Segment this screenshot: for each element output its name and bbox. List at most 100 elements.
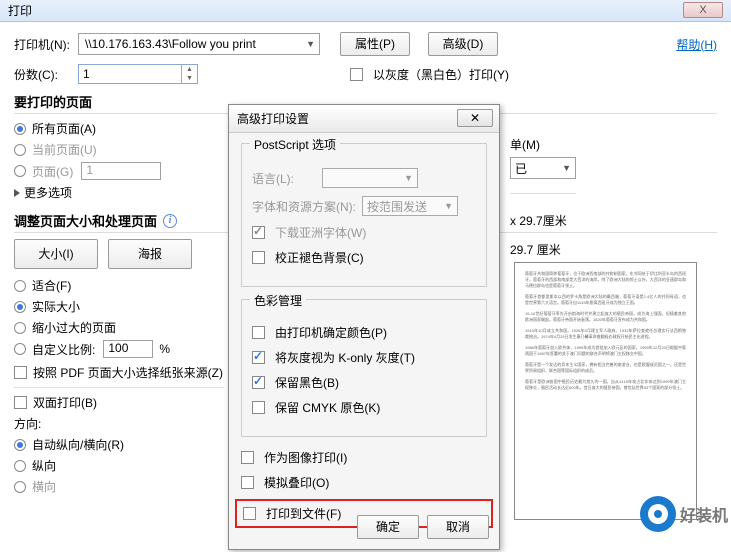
main-title: 打印 — [4, 2, 32, 19]
divider — [510, 193, 576, 194]
radio-icon — [14, 123, 26, 135]
simulate-row[interactable]: 模拟叠印(O) — [241, 474, 487, 491]
col-cmyk-row[interactable]: 保留 CMYK 原色(K) — [252, 399, 476, 416]
pages-section: 所有页面(A) 当前页面(U) 页面(G) 1 更多选项 — [14, 120, 224, 201]
adv-title: 高级打印设置 — [237, 110, 309, 127]
policy-label: 字体和资源方案(N): — [252, 198, 356, 215]
page-range-input[interactable]: 1 — [81, 162, 161, 180]
opt-current-page[interactable]: 当前页面(U) — [14, 141, 224, 158]
col-printer-row[interactable]: 由打印机确定颜色(P) — [252, 324, 476, 341]
unit-label: 单(M) — [510, 136, 576, 153]
properties-button[interactable]: 属性(P) — [340, 32, 410, 56]
printer-row: 打印机(N): \\10.176.163.43\Follow you print… — [14, 32, 717, 56]
radio-icon — [14, 280, 26, 292]
custom-scale-input[interactable]: 100 — [103, 340, 153, 358]
size1-text: x 29.7厘米 — [510, 212, 576, 229]
adv-ok-button[interactable]: 确定 — [357, 515, 419, 539]
scale-header: 调整页面大小和处理页面 — [14, 211, 157, 230]
orientation-label: 方向: — [14, 415, 224, 432]
radio-icon — [14, 144, 26, 156]
adv-body: PostScript 选项 语言(L): ▼ 字体和资源方案(N): 按范围发送… — [229, 133, 499, 538]
checkbox-icon — [252, 226, 265, 239]
copies-spinner[interactable]: 1 ▲▼ — [78, 64, 198, 84]
policy-row: 字体和资源方案(N): 按范围发送 ▼ — [252, 196, 476, 216]
radio-icon — [14, 439, 26, 451]
col-black-row[interactable]: 保留黑色(B) — [252, 374, 476, 391]
opt-custom[interactable]: 自定义比例: 100 % — [14, 340, 224, 358]
spinner-arrows-icon[interactable]: ▲▼ — [181, 65, 197, 83]
opt-shrink[interactable]: 缩小过大的页面 — [14, 319, 224, 336]
pct-label: % — [159, 342, 170, 356]
tri-right-icon — [14, 189, 20, 197]
col-kgray-row[interactable]: 将灰度视为 K-only 灰度(T) — [252, 349, 476, 366]
scale-options: 适合(F) 实际大小 缩小过大的页面 自定义比例: 100 % 按照 PDF 页… — [14, 277, 224, 495]
color-fieldset: 色彩管理 由打印机确定颜色(P) 将灰度视为 K-only 灰度(T) 保留黑色… — [241, 299, 487, 437]
policy-combo[interactable]: 按范围发送 ▼ — [362, 196, 458, 216]
checkbox-icon — [14, 366, 27, 379]
checkbox-icon — [241, 451, 254, 464]
size2-text: 29.7 厘米 — [510, 241, 576, 258]
postscript-fieldset: PostScript 选项 语言(L): ▼ 字体和资源方案(N): 按范围发送… — [241, 143, 487, 287]
adv-titlebar: 高级打印设置 ✕ — [229, 105, 499, 133]
size-button[interactable]: 大小(I) — [14, 239, 98, 269]
radio-icon — [14, 460, 26, 472]
opt-orient-auto[interactable]: 自动纵向/横向(R) — [14, 436, 224, 453]
copies-label: 份数(C): — [14, 66, 72, 83]
main-titlebar: 打印 X — [0, 0, 731, 22]
poster-button[interactable]: 海报 — [108, 239, 192, 269]
adv-cancel-button[interactable]: 取消 — [427, 515, 489, 539]
checkbox-icon — [252, 251, 265, 264]
grayscale-label: 以灰度（黑白色）打印(Y) — [373, 66, 509, 83]
discolored-row[interactable]: 校正褪色背景(C) — [252, 249, 476, 266]
unit-combo[interactable]: 已 ▼ — [510, 157, 576, 179]
checkbox-icon — [241, 476, 254, 489]
checkbox-icon — [252, 351, 265, 364]
more-options-toggle[interactable]: 更多选项 — [14, 184, 224, 201]
chevron-down-icon: ▼ — [562, 163, 571, 173]
copies-row: 份数(C): 1 ▲▼ 以灰度（黑白色）打印(Y) — [14, 64, 717, 84]
advanced-button[interactable]: 高级(D) — [428, 32, 498, 56]
chevron-down-icon: ▼ — [302, 39, 315, 49]
dl-asian-row[interactable]: 下载亚洲字体(W) — [252, 224, 476, 241]
opt-by-source[interactable]: 按照 PDF 页面大小选择纸张来源(Z) — [14, 364, 224, 381]
radio-icon — [14, 165, 26, 177]
opt-page-range[interactable]: 页面(G) 1 — [14, 162, 224, 180]
opt-actual[interactable]: 实际大小 — [14, 298, 224, 315]
lang-row: 语言(L): ▼ — [252, 168, 476, 188]
chevron-down-icon: ▼ — [444, 201, 453, 211]
radio-icon — [14, 481, 26, 493]
printer-combo[interactable]: \\10.176.163.43\Follow you print ▼ — [78, 33, 320, 55]
advanced-settings-dialog: 高级打印设置 ✕ PostScript 选项 语言(L): ▼ 字体和资源方案(… — [228, 104, 500, 550]
checkbox-icon — [252, 401, 265, 414]
brand-logo-icon — [640, 496, 676, 532]
grayscale-checkbox[interactable] — [350, 68, 363, 81]
color-legend: 色彩管理 — [250, 292, 306, 309]
opt-orient-portrait[interactable]: 纵向 — [14, 457, 224, 474]
printer-label: 打印机(N): — [14, 36, 72, 53]
radio-icon — [14, 343, 26, 355]
radio-icon — [14, 301, 26, 313]
info-icon[interactable]: i — [163, 214, 177, 228]
ps-legend: PostScript 选项 — [250, 136, 340, 153]
checkbox-icon — [243, 507, 256, 520]
lang-label: 语言(L): — [252, 170, 294, 187]
checkbox-icon — [14, 396, 27, 409]
lang-combo[interactable]: ▼ — [322, 168, 418, 188]
opt-fit[interactable]: 适合(F) — [14, 277, 224, 294]
divider — [14, 387, 224, 388]
right-info-panel: 单(M) 已 ▼ x 29.7厘米 29.7 厘米 — [510, 136, 576, 258]
opt-all-pages[interactable]: 所有页面(A) — [14, 120, 224, 137]
opt-orient-landscape[interactable]: 横向 — [14, 478, 224, 495]
chevron-down-icon: ▼ — [404, 173, 413, 183]
main-close-button[interactable]: X — [683, 2, 723, 18]
opt-duplex[interactable]: 双面打印(B) — [14, 394, 224, 411]
checkbox-icon — [252, 326, 265, 339]
adv-buttons: 确定 取消 — [357, 515, 489, 539]
printer-value: \\10.176.163.43\Follow you print — [85, 37, 256, 51]
help-link[interactable]: 帮助(H) — [676, 36, 717, 53]
adv-close-button[interactable]: ✕ — [457, 109, 493, 127]
copies-value: 1 — [79, 67, 181, 81]
page-preview: 葡萄牙共和国简称葡萄牙，位于欧洲西南部的共和制国家。东邻同处于伊比利亚半岛的西班… — [514, 262, 697, 520]
brand-text: 好装机 — [680, 502, 728, 526]
as-image-row[interactable]: 作为图像打印(I) — [241, 449, 487, 466]
